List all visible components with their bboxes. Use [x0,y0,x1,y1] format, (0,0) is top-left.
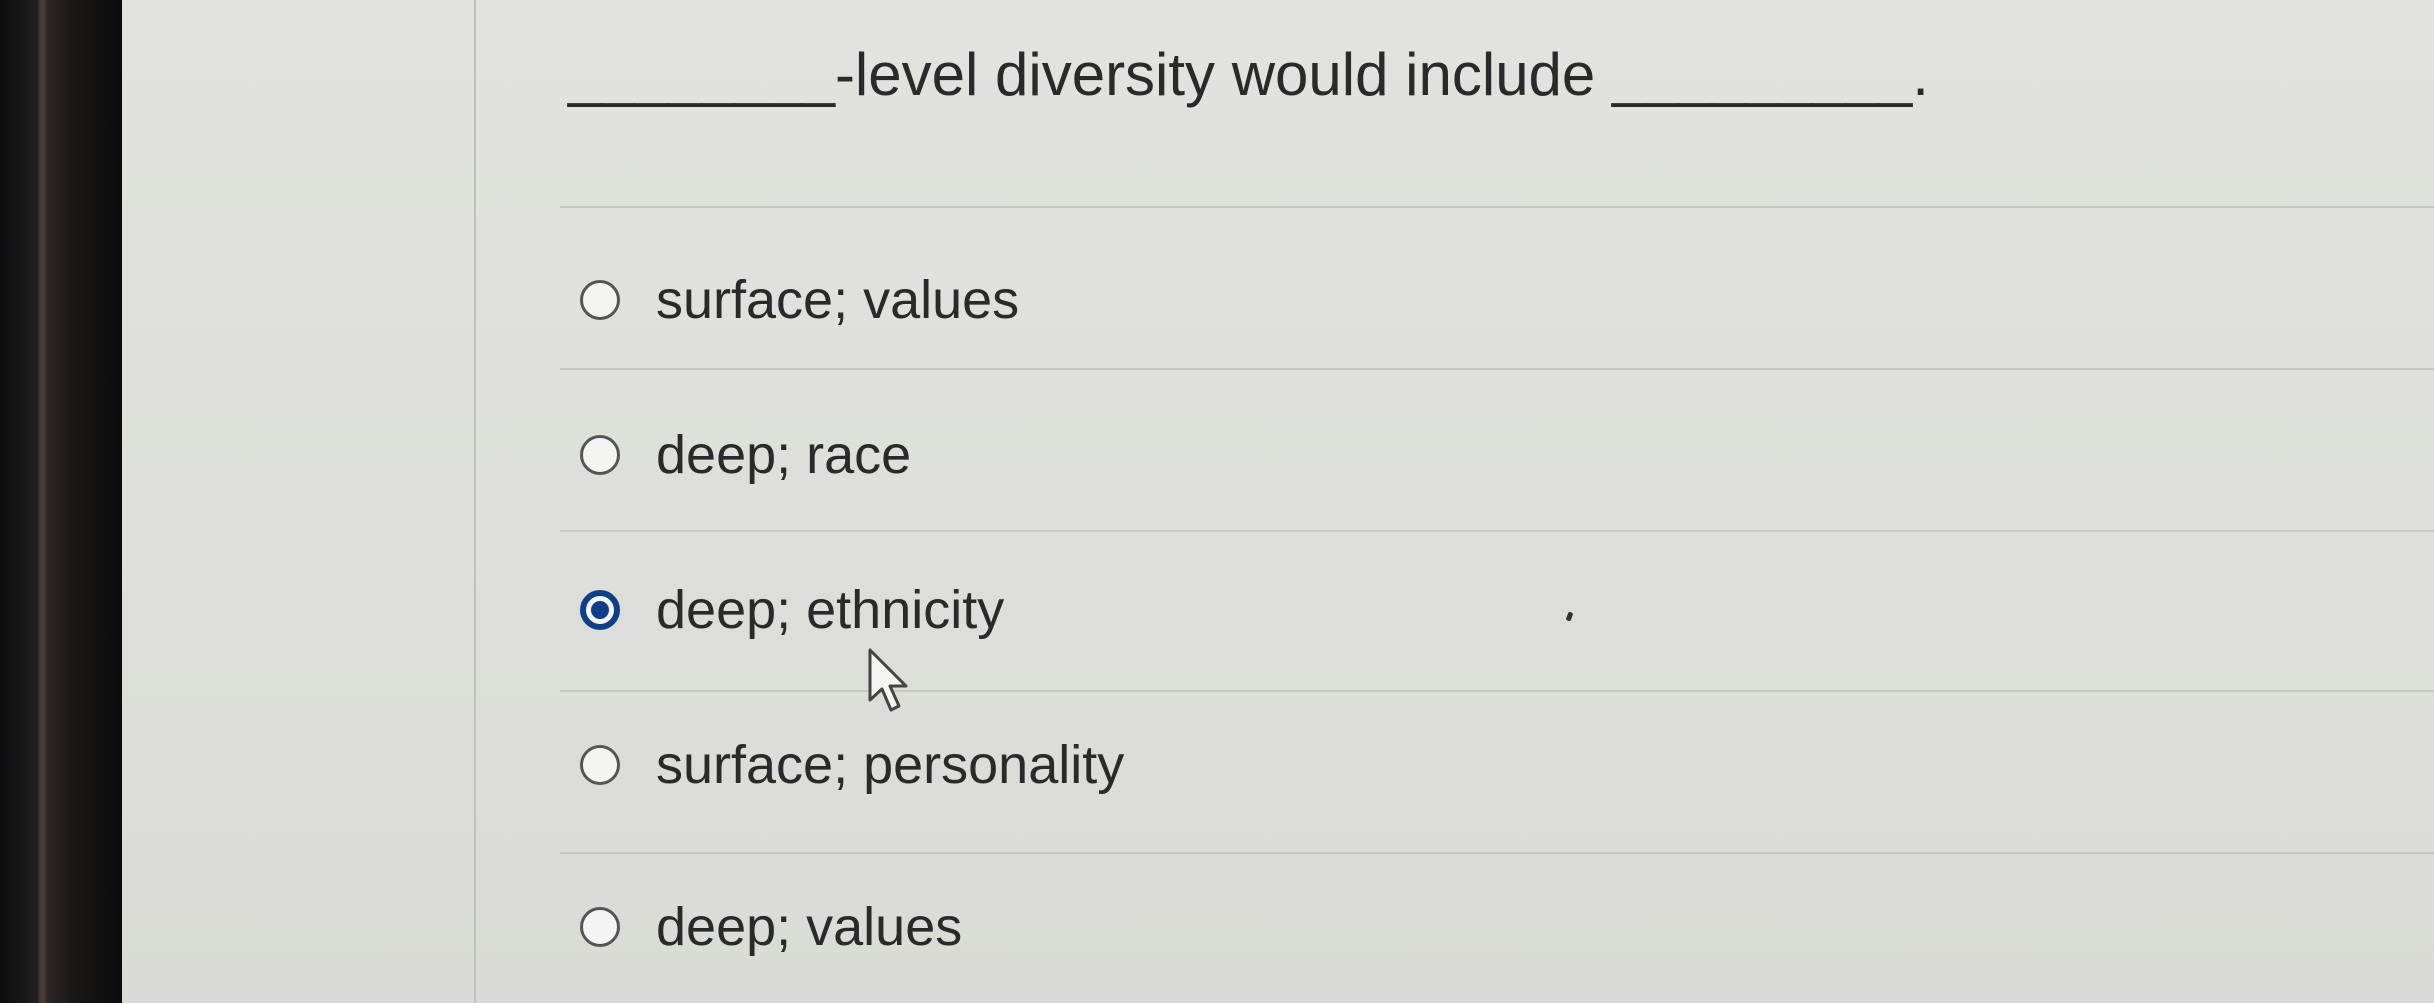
bezel-edge [38,0,48,1003]
option-surface-values[interactable]: surface; values [580,260,1019,340]
option-label: deep; race [656,425,912,485]
option-label: deep; values [656,897,963,957]
mouse-pointer-icon [868,648,908,712]
divider [560,852,2434,854]
option-deep-ethnicity[interactable]: deep; ethnicity [580,570,1004,650]
radio-button[interactable] [580,745,620,785]
option-surface-personality[interactable]: surface; personality [580,725,1124,805]
radio-button[interactable] [580,280,620,320]
divider [560,368,2434,370]
option-label: deep; ethnicity [656,580,1005,640]
radio-button[interactable] [580,907,620,947]
content-left-border [474,0,476,1003]
option-label: surface; values [656,270,1020,330]
radio-button-selected[interactable] [580,590,620,630]
option-deep-race[interactable]: deep; race [580,415,911,495]
option-deep-values[interactable]: deep; values [580,887,962,967]
option-label: surface; personality [656,735,1125,795]
radio-button[interactable] [580,435,620,475]
divider [560,530,2434,532]
question-text: ________-level diversity would include _… [568,41,1929,108]
divider [560,690,2434,692]
divider [560,206,2434,208]
monitor-bezel [0,0,122,1003]
